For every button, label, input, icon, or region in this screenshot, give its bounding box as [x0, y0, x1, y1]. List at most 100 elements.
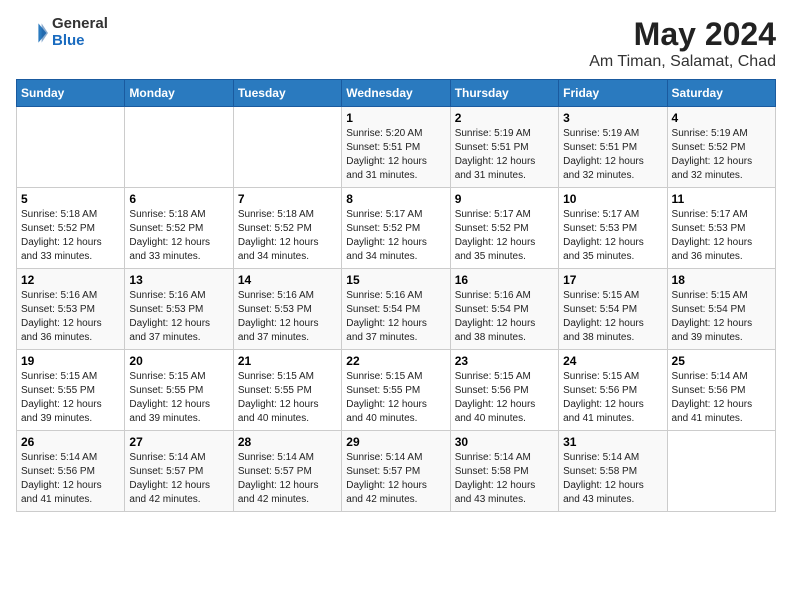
header-cell-friday: Friday [559, 80, 667, 107]
day-number: 25 [672, 354, 771, 368]
day-cell: 21 Sunrise: 5:15 AMSunset: 5:55 PMDayligh… [233, 350, 341, 431]
day-cell: 5 Sunrise: 5:18 AMSunset: 5:52 PMDaylight… [17, 188, 125, 269]
day-number: 14 [238, 273, 337, 287]
day-number: 8 [346, 192, 445, 206]
logo-blue: Blue [52, 33, 108, 50]
day-info: Sunrise: 5:18 AMSunset: 5:52 PMDaylight:… [21, 208, 120, 264]
day-info: Sunrise: 5:15 AMSunset: 5:55 PMDaylight:… [129, 370, 228, 426]
day-number: 31 [563, 435, 662, 449]
day-info: Sunrise: 5:14 AMSunset: 5:56 PMDaylight:… [21, 451, 120, 507]
day-number: 5 [21, 192, 120, 206]
header-cell-saturday: Saturday [667, 80, 775, 107]
day-cell: 23Sunrise: 5:15 AMSunset: 5:56 PMDayligh… [450, 350, 558, 431]
logo-icon [16, 17, 48, 49]
day-number: 19 [21, 354, 120, 368]
day-cell: 20 Sunrise: 5:15 AMSunset: 5:55 PMDayligh… [125, 350, 233, 431]
day-cell: 1 Sunrise: 5:20 AMSunset: 5:51 PMDaylight… [342, 107, 450, 188]
day-number: 10 [563, 192, 662, 206]
logo-general: General [52, 16, 108, 33]
page-header: General Blue May 2024 Am Timan, Salamat,… [16, 16, 776, 71]
day-info: Sunrise: 5:15 AMSunset: 5:54 PMDaylight:… [672, 289, 771, 345]
day-info: Sunrise: 5:16 AMSunset: 5:53 PMDaylight:… [21, 289, 120, 345]
day-number: 23 [455, 354, 554, 368]
day-number: 20 [129, 354, 228, 368]
header-cell-monday: Monday [125, 80, 233, 107]
day-number: 15 [346, 273, 445, 287]
day-cell: 24Sunrise: 5:15 AMSunset: 5:56 PMDayligh… [559, 350, 667, 431]
week-row-1: 1 Sunrise: 5:20 AMSunset: 5:51 PMDaylight… [17, 107, 776, 188]
week-row-4: 19 Sunrise: 5:15 AMSunset: 5:55 PMDayligh… [17, 350, 776, 431]
day-cell: 28 Sunrise: 5:14 AMSunset: 5:57 PMDayligh… [233, 431, 341, 512]
day-info: Sunrise: 5:15 AMSunset: 5:55 PMDaylight:… [21, 370, 120, 426]
day-info: Sunrise: 5:20 AMSunset: 5:51 PMDaylight:… [346, 127, 445, 183]
day-cell: 30Sunrise: 5:14 AMSunset: 5:58 PMDayligh… [450, 431, 558, 512]
day-info: Sunrise: 5:15 AMSunset: 5:55 PMDaylight:… [346, 370, 445, 426]
day-number: 13 [129, 273, 228, 287]
day-cell: 6Sunrise: 5:18 AMSunset: 5:52 PMDaylight… [125, 188, 233, 269]
day-cell [233, 107, 341, 188]
day-info: Sunrise: 5:14 AMSunset: 5:57 PMDaylight:… [346, 451, 445, 507]
day-info: Sunrise: 5:16 AMSunset: 5:54 PMDaylight:… [346, 289, 445, 345]
header-cell-wednesday: Wednesday [342, 80, 450, 107]
day-cell: 16Sunrise: 5:16 AMSunset: 5:54 PMDayligh… [450, 269, 558, 350]
day-number: 16 [455, 273, 554, 287]
day-cell: 12 Sunrise: 5:16 AMSunset: 5:53 PMDayligh… [17, 269, 125, 350]
day-number: 28 [238, 435, 337, 449]
day-number: 4 [672, 111, 771, 125]
day-info: Sunrise: 5:17 AMSunset: 5:52 PMDaylight:… [455, 208, 554, 264]
day-cell: 3 Sunrise: 5:19 AMSunset: 5:51 PMDaylight… [559, 107, 667, 188]
day-cell [17, 107, 125, 188]
day-number: 26 [21, 435, 120, 449]
day-cell: 25 Sunrise: 5:14 AMSunset: 5:56 PMDayligh… [667, 350, 775, 431]
day-info: Sunrise: 5:14 AMSunset: 5:56 PMDaylight:… [672, 370, 771, 426]
day-cell: 8Sunrise: 5:17 AMSunset: 5:52 PMDaylight… [342, 188, 450, 269]
day-cell: 17Sunrise: 5:15 AMSunset: 5:54 PMDayligh… [559, 269, 667, 350]
calendar-body: 1 Sunrise: 5:20 AMSunset: 5:51 PMDaylight… [17, 107, 776, 512]
day-cell: 14Sunrise: 5:16 AMSunset: 5:53 PMDayligh… [233, 269, 341, 350]
day-number: 9 [455, 192, 554, 206]
day-cell: 15 Sunrise: 5:16 AMSunset: 5:54 PMDayligh… [342, 269, 450, 350]
day-number: 22 [346, 354, 445, 368]
day-cell: 9 Sunrise: 5:17 AMSunset: 5:52 PMDaylight… [450, 188, 558, 269]
day-number: 7 [238, 192, 337, 206]
week-row-3: 12 Sunrise: 5:16 AMSunset: 5:53 PMDayligh… [17, 269, 776, 350]
day-info: Sunrise: 5:14 AMSunset: 5:57 PMDaylight:… [238, 451, 337, 507]
day-number: 6 [129, 192, 228, 206]
day-cell [667, 431, 775, 512]
header-cell-sunday: Sunday [17, 80, 125, 107]
header-cell-thursday: Thursday [450, 80, 558, 107]
day-info: Sunrise: 5:14 AMSunset: 5:57 PMDaylight:… [129, 451, 228, 507]
day-cell: 7 Sunrise: 5:18 AMSunset: 5:52 PMDaylight… [233, 188, 341, 269]
day-cell: 2Sunrise: 5:19 AMSunset: 5:51 PMDaylight… [450, 107, 558, 188]
day-info: Sunrise: 5:17 AMSunset: 5:53 PMDaylight:… [672, 208, 771, 264]
day-number: 12 [21, 273, 120, 287]
day-info: Sunrise: 5:19 AMSunset: 5:52 PMDaylight:… [672, 127, 771, 183]
day-cell: 26 Sunrise: 5:14 AMSunset: 5:56 PMDayligh… [17, 431, 125, 512]
day-info: Sunrise: 5:17 AMSunset: 5:53 PMDaylight:… [563, 208, 662, 264]
day-number: 1 [346, 111, 445, 125]
day-cell: 19 Sunrise: 5:15 AMSunset: 5:55 PMDayligh… [17, 350, 125, 431]
day-number: 29 [346, 435, 445, 449]
logo: General Blue [16, 16, 108, 49]
calendar-subtitle: Am Timan, Salamat, Chad [589, 53, 776, 71]
week-row-2: 5 Sunrise: 5:18 AMSunset: 5:52 PMDaylight… [17, 188, 776, 269]
day-number: 27 [129, 435, 228, 449]
calendar-header: SundayMondayTuesdayWednesdayThursdayFrid… [17, 80, 776, 107]
day-cell: 27 Sunrise: 5:14 AMSunset: 5:57 PMDayligh… [125, 431, 233, 512]
day-number: 3 [563, 111, 662, 125]
day-cell: 4 Sunrise: 5:19 AMSunset: 5:52 PMDaylight… [667, 107, 775, 188]
title-block: May 2024 Am Timan, Salamat, Chad [589, 16, 776, 71]
day-info: Sunrise: 5:15 AMSunset: 5:55 PMDaylight:… [238, 370, 337, 426]
week-row-5: 26 Sunrise: 5:14 AMSunset: 5:56 PMDayligh… [17, 431, 776, 512]
header-row: SundayMondayTuesdayWednesdayThursdayFrid… [17, 80, 776, 107]
day-cell: 29 Sunrise: 5:14 AMSunset: 5:57 PMDayligh… [342, 431, 450, 512]
day-info: Sunrise: 5:18 AMSunset: 5:52 PMDaylight:… [238, 208, 337, 264]
day-number: 30 [455, 435, 554, 449]
day-number: 21 [238, 354, 337, 368]
day-cell: 31Sunrise: 5:14 AMSunset: 5:58 PMDayligh… [559, 431, 667, 512]
day-info: Sunrise: 5:15 AMSunset: 5:56 PMDaylight:… [563, 370, 662, 426]
day-info: Sunrise: 5:16 AMSunset: 5:53 PMDaylight:… [129, 289, 228, 345]
day-info: Sunrise: 5:19 AMSunset: 5:51 PMDaylight:… [563, 127, 662, 183]
day-cell: 22 Sunrise: 5:15 AMSunset: 5:55 PMDayligh… [342, 350, 450, 431]
day-number: 11 [672, 192, 771, 206]
